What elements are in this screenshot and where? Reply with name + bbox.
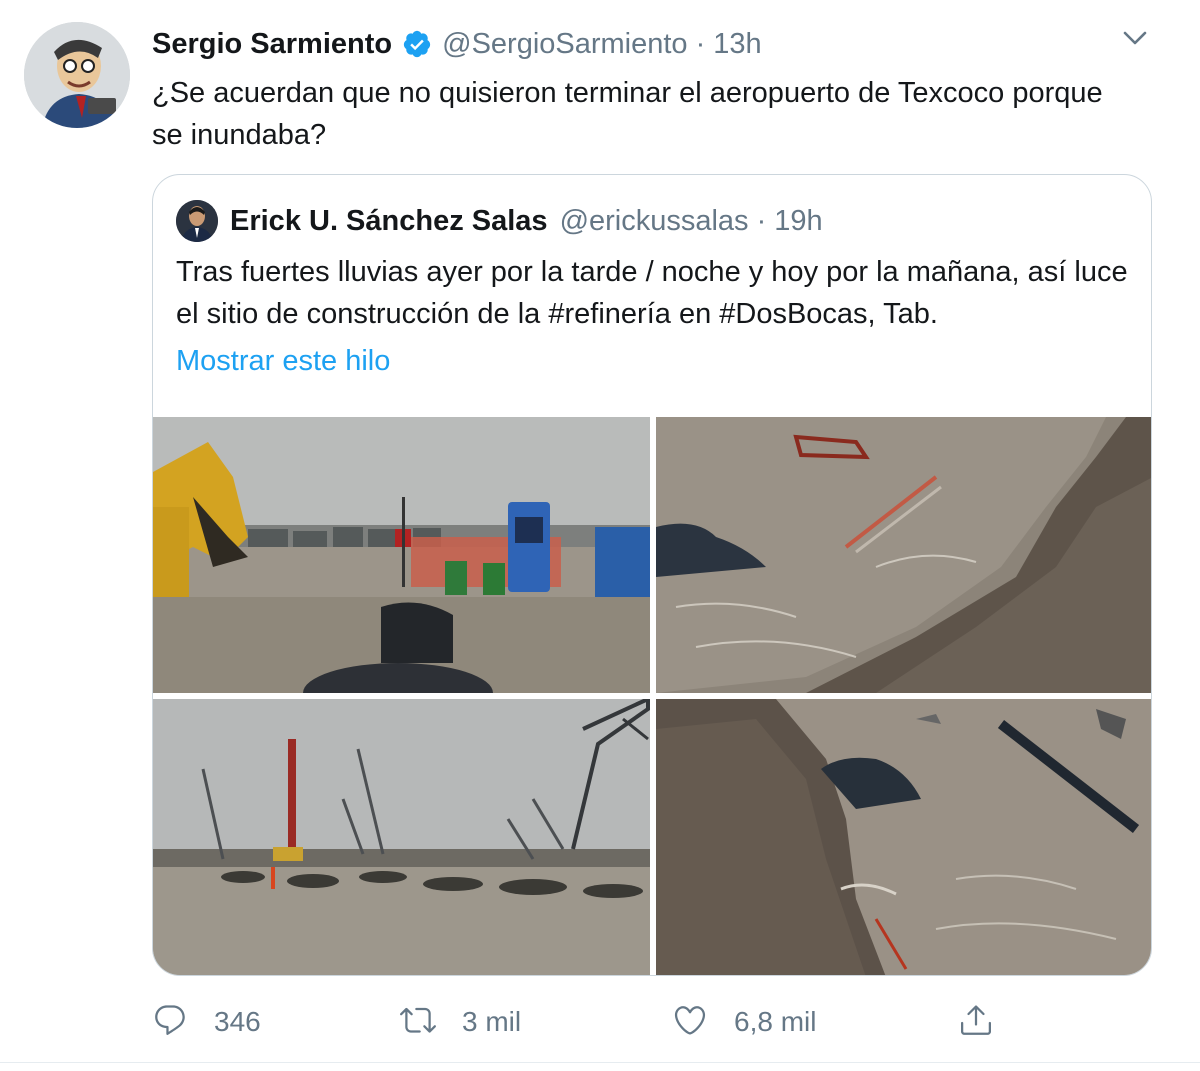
like-count: 6,8 mil bbox=[734, 1006, 817, 1037]
quoted-tweet[interactable]: Erick U. Sánchez Salas @erickussalas · 1… bbox=[152, 174, 1152, 976]
share-button[interactable] bbox=[958, 1000, 994, 1044]
separator-dot: · bbox=[756, 204, 767, 237]
separator-dot: · bbox=[695, 27, 706, 60]
author-name[interactable]: Sergio Sarmiento bbox=[152, 28, 392, 61]
quoted-author-avatar bbox=[176, 200, 218, 242]
retweet-button[interactable]: 3 mil bbox=[400, 1000, 521, 1044]
tweet-header: Sergio Sarmiento @SergioSarmiento · 13h bbox=[152, 24, 762, 64]
photo-grid bbox=[153, 417, 1151, 975]
heart-icon bbox=[672, 1002, 708, 1043]
tweet-time[interactable]: 13h bbox=[713, 28, 761, 61]
flooded-site-excavator-photo[interactable] bbox=[153, 417, 650, 693]
tweet-card: Sergio Sarmiento @SergioSarmiento · 13h … bbox=[0, 0, 1200, 1071]
reply-button[interactable]: 346 bbox=[152, 1000, 261, 1044]
flooded-earth-bank-photo[interactable] bbox=[656, 699, 1151, 975]
retweet-count: 3 mil bbox=[462, 1006, 522, 1037]
quoted-author-name[interactable]: Erick U. Sánchez Salas bbox=[230, 205, 548, 238]
chevron-down-icon[interactable] bbox=[1118, 26, 1152, 50]
quoted-tweet-text: Tras fuertes lluvias ayer por la tarde /… bbox=[176, 256, 1128, 330]
tweet-text: ¿Se acuerdan que no quisieron terminar e… bbox=[152, 77, 1103, 151]
divider bbox=[0, 1062, 1200, 1063]
quoted-tweet-header: Erick U. Sánchez Salas @erickussalas · 1… bbox=[176, 200, 823, 242]
tweet-actions: 346 3 mil 6,8 mil bbox=[152, 1000, 1052, 1044]
flooded-cranes-photo[interactable] bbox=[153, 699, 650, 975]
reply-icon bbox=[152, 1002, 188, 1043]
author-handle[interactable]: @SergioSarmiento bbox=[442, 28, 687, 61]
reply-count: 346 bbox=[214, 1006, 261, 1037]
author-avatar[interactable] bbox=[24, 22, 130, 128]
like-button[interactable]: 6,8 mil bbox=[672, 1000, 816, 1044]
verified-badge-icon bbox=[402, 29, 432, 59]
show-thread-link[interactable]: Mostrar este hilo bbox=[176, 345, 390, 378]
share-icon bbox=[958, 1002, 994, 1043]
retweet-icon bbox=[400, 1002, 436, 1043]
quoted-tweet-time[interactable]: 19h bbox=[774, 205, 822, 238]
quoted-author-handle[interactable]: @erickussalas bbox=[560, 205, 749, 238]
flooded-water-debris-photo[interactable] bbox=[656, 417, 1151, 693]
